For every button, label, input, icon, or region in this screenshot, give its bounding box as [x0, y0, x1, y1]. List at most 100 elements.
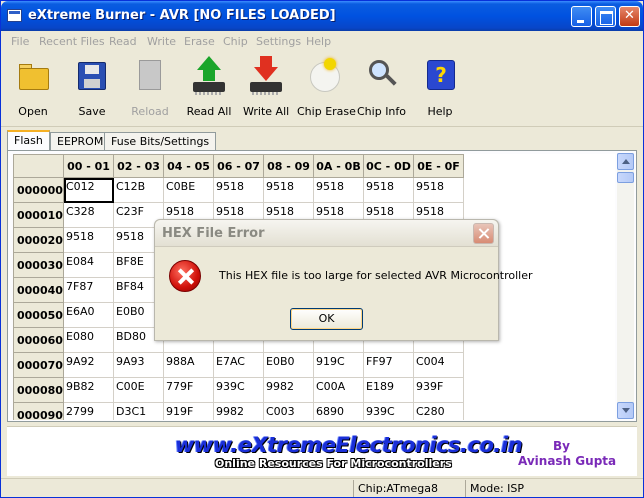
magnifier-chip-info-icon	[361, 56, 401, 96]
column-header[interactable]: 04 - 05	[163, 154, 214, 178]
reload-button[interactable]: Reload	[129, 56, 171, 118]
toolbar: Open Save Reload Read All Write All Chip…	[1, 52, 643, 127]
hex-cell[interactable]: 988A	[163, 352, 214, 378]
close-button[interactable]: ✕	[619, 6, 640, 27]
row-address[interactable]: 000070	[13, 352, 64, 378]
hex-cell[interactable]: E0B0	[263, 352, 314, 378]
ok-button[interactable]: OK	[290, 308, 363, 330]
chip-info-label: Chip Info	[357, 105, 407, 118]
column-header[interactable]: 0E - 0F	[413, 154, 464, 178]
hex-cell[interactable]: 9518	[263, 177, 314, 203]
maximize-button[interactable]	[595, 6, 616, 27]
website-banner: www.eXtremeElectronics.co.in Online Reso…	[7, 426, 637, 476]
hex-cell[interactable]: 779F	[163, 377, 214, 403]
chip-info-button[interactable]: Chip Info	[357, 56, 407, 118]
row-address[interactable]: 000050	[13, 302, 64, 328]
hex-cell[interactable]: 939C	[363, 402, 414, 420]
row-address[interactable]: 000010	[13, 202, 64, 228]
hex-cell[interactable]: 919F	[163, 402, 214, 420]
help-button[interactable]: ? Help	[420, 56, 460, 118]
hex-cell[interactable]: 919C	[313, 352, 364, 378]
column-header[interactable]: 0A - 0B	[313, 154, 364, 178]
row-address[interactable]: 000080	[13, 377, 64, 403]
column-header[interactable]: 06 - 07	[213, 154, 264, 178]
minimize-button[interactable]	[571, 6, 592, 27]
hex-cell[interactable]: C12B	[113, 177, 164, 203]
hex-cell[interactable]: 9982	[263, 377, 314, 403]
column-header[interactable]: 08 - 09	[263, 154, 314, 178]
hex-cell[interactable]: 9B82	[63, 377, 114, 403]
hex-cell[interactable]: 9518	[213, 177, 264, 203]
chip-erase-button[interactable]: Chip Erase	[297, 56, 356, 118]
write-all-button[interactable]: Write All	[243, 56, 289, 118]
menu-help[interactable]: Help	[306, 35, 331, 48]
error-icon	[169, 260, 201, 292]
hex-cell[interactable]: E084	[63, 252, 114, 278]
menu-settings[interactable]: Settings	[256, 35, 301, 48]
dialog-message: This HEX file is too large for selected …	[219, 269, 533, 282]
hex-cell[interactable]: 9518	[413, 177, 464, 203]
hex-cell[interactable]: C280	[413, 402, 464, 420]
reload-label: Reload	[131, 105, 169, 118]
main-window: eXtreme Burner - AVR [NO FILES LOADED] ✕…	[0, 0, 644, 498]
hex-cell[interactable]: 9518	[63, 227, 114, 253]
menu-chip[interactable]: Chip	[223, 35, 248, 48]
save-button[interactable]: Save	[72, 56, 112, 118]
title-bar[interactable]: eXtreme Burner - AVR [NO FILES LOADED] ✕	[1, 1, 643, 31]
hex-cell[interactable]: C012	[63, 177, 114, 203]
hex-cell[interactable]: 9982	[213, 402, 264, 420]
scroll-thumb[interactable]	[617, 172, 634, 183]
row-address[interactable]: 000030	[13, 252, 64, 278]
hex-cell[interactable]: 2799	[63, 402, 114, 420]
row-address[interactable]: 000090	[13, 402, 64, 420]
save-label: Save	[78, 105, 106, 118]
menu-file[interactable]: File	[11, 35, 29, 48]
dialog-close-button[interactable]	[473, 223, 494, 244]
write-chip-arrow-down-icon	[246, 56, 286, 96]
hex-cell[interactable]: C0BE	[163, 177, 214, 203]
row-address[interactable]: 000040	[13, 277, 64, 303]
scroll-up-button[interactable]	[617, 153, 634, 170]
hex-cell[interactable]: C003	[263, 402, 314, 420]
hex-cell[interactable]: FF97	[363, 352, 414, 378]
hex-cell[interactable]: 7F87	[63, 277, 114, 303]
hex-cell[interactable]: 6890	[313, 402, 364, 420]
hex-cell[interactable]: C00A	[313, 377, 364, 403]
hex-cell[interactable]: E7AC	[213, 352, 264, 378]
column-header[interactable]: 0C - 0D	[363, 154, 414, 178]
hex-cell[interactable]: 9518	[313, 177, 364, 203]
hex-cell[interactable]: D3C1	[113, 402, 164, 420]
vertical-scrollbar[interactable]	[617, 153, 634, 419]
tab-flash[interactable]: Flash	[7, 130, 50, 151]
dialog-title-bar[interactable]: HEX File Error	[155, 220, 498, 247]
status-chip: Chip:ATmega8	[353, 480, 465, 497]
read-all-button[interactable]: Read All	[186, 56, 232, 118]
banner-url[interactable]: www.eXtremeElectronics.co.in	[175, 433, 523, 457]
hex-cell[interactable]: 939C	[213, 377, 264, 403]
open-button[interactable]: Open	[13, 56, 53, 118]
app-window-icon[interactable]	[7, 9, 22, 22]
hex-cell[interactable]: E189	[363, 377, 414, 403]
tab-fuse-bits[interactable]: Fuse Bits/Settings	[104, 132, 217, 150]
menu-erase[interactable]: Erase	[184, 35, 215, 48]
hex-cell[interactable]: 9518	[363, 177, 414, 203]
row-address[interactable]: 000060	[13, 327, 64, 353]
hex-cell[interactable]: 9A93	[113, 352, 164, 378]
hex-cell[interactable]: E6A0	[63, 302, 114, 328]
column-header[interactable]: 02 - 03	[113, 154, 164, 178]
hex-cell[interactable]: C004	[413, 352, 464, 378]
hex-cell[interactable]: 9A92	[63, 352, 114, 378]
column-header[interactable]: 00 - 01	[63, 154, 114, 178]
hex-cell[interactable]: C00E	[113, 377, 164, 403]
hex-cell[interactable]: C328	[63, 202, 114, 228]
menu-recent-files[interactable]: Recent Files	[39, 35, 105, 48]
scroll-down-button[interactable]	[617, 402, 634, 419]
hex-cell[interactable]: 939F	[413, 377, 464, 403]
tab-eeprom[interactable]: EEPROM	[50, 132, 111, 150]
row-address[interactable]: 000000	[13, 177, 64, 203]
menu-write[interactable]: Write	[147, 35, 176, 48]
read-all-label: Read All	[186, 105, 232, 118]
row-address[interactable]: 000020	[13, 227, 64, 253]
hex-cell[interactable]: E080	[63, 327, 114, 353]
menu-read[interactable]: Read	[109, 35, 137, 48]
